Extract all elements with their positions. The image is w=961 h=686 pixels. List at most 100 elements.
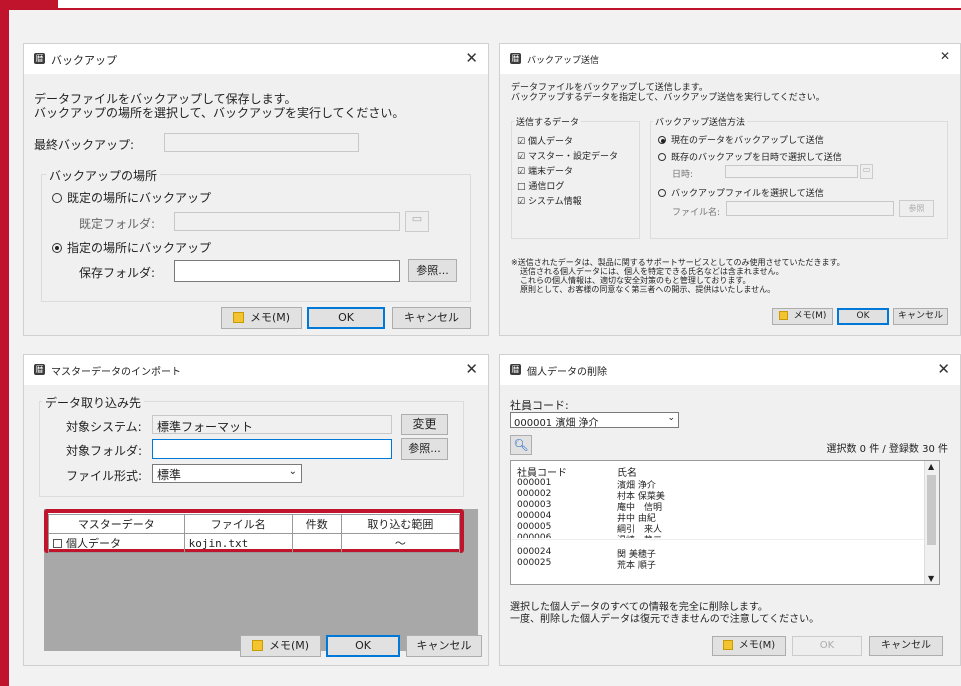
title-bar: 暦 個人データの削除 ✕ <box>500 355 960 385</box>
memo-button[interactable]: メモ(M) <box>240 635 321 657</box>
save-folder-input[interactable] <box>174 260 400 282</box>
memo-button[interactable]: メモ(M) <box>772 308 833 325</box>
close-icon[interactable]: ✕ <box>465 49 478 67</box>
save-folder-label: 保存フォルダ: <box>79 266 156 280</box>
browse-button[interactable]: 参照... <box>401 438 448 460</box>
cancel-button[interactable]: キャンセル <box>869 636 943 656</box>
radio-custom-label: 指定の場所にバックアップ <box>67 241 212 255</box>
chevron-down-icon: ⌄ <box>667 413 675 423</box>
highlight-box: マスターデータ ファイル名 件数 取り込む範囲 個人データ kojin.txt … <box>44 509 464 553</box>
checkbox-log[interactable]: □ 通信ログ <box>517 179 564 192</box>
datetime-select <box>725 165 858 178</box>
app-icon: 暦 <box>34 53 45 64</box>
check-icon: ☑ <box>517 152 526 162</box>
title-bar: 暦 マスターデータのインポート ✕ <box>24 355 488 385</box>
employee-value: 000001 濱畑 浄介 <box>514 418 599 429</box>
radio-custom-location[interactable]: 指定の場所にバックアップ <box>52 239 211 256</box>
format-select[interactable]: 標準 ⌄ <box>152 464 302 483</box>
scroll-thumb[interactable] <box>927 475 936 545</box>
memo-button[interactable]: メモ(M) <box>712 636 786 656</box>
radio-default-location[interactable]: 既定の場所にバックアップ <box>52 189 211 206</box>
description-line-2: バックアップするデータを指定して、バックアップ送信を実行してください。 <box>511 93 825 103</box>
checkbox-master[interactable]: ☑ マスター・設定データ <box>517 149 618 162</box>
employee-code-label: 社員コード: <box>510 399 569 412</box>
list-item-code: 000003 <box>517 500 552 510</box>
col-header-name: 氏名 <box>617 468 637 479</box>
data-group-label: 送信するデータ <box>514 115 582 128</box>
memo-icon <box>232 312 244 323</box>
radio-backup-file[interactable]: バックアップファイルを選択して送信 <box>658 186 824 199</box>
close-icon[interactable]: ✕ <box>940 49 950 63</box>
browse-button[interactable]: 参照... <box>408 259 457 282</box>
list-item-code: 000024 <box>517 547 552 557</box>
cancel-button[interactable]: キャンセル <box>392 307 471 329</box>
cancel-button[interactable]: キャンセル <box>893 308 948 325</box>
check-icon: ☑ <box>517 197 526 207</box>
list-item-code: 000002 <box>517 489 552 499</box>
radio-selected-icon <box>52 243 62 253</box>
default-folder-field <box>174 212 400 231</box>
dialog-title: 個人データの削除 <box>527 367 607 378</box>
radio-label: バックアップファイルを選択して送信 <box>671 189 824 199</box>
group-label: データ取り込み先 <box>42 394 145 411</box>
change-button[interactable]: 変更 <box>401 414 448 435</box>
file-name-field <box>726 201 894 216</box>
ok-button[interactable]: OK <box>307 307 385 329</box>
cell-range[interactable]: 〜 <box>340 533 461 553</box>
radio-icon <box>658 153 666 161</box>
system-label: 対象システム: <box>66 420 142 434</box>
checkbox-label: システム情報 <box>527 197 582 207</box>
memo-label: メモ(M) <box>268 639 310 652</box>
checkbox-label: 通信ログ <box>528 182 565 192</box>
system-field: 標準フォーマット <box>152 415 392 434</box>
last-backup-label: 最終バックアップ: <box>34 138 135 152</box>
radio-label: 現在のデータをバックアップして送信 <box>671 136 824 146</box>
ok-button[interactable]: OK <box>326 635 400 657</box>
radio-existing-backup[interactable]: 既存のバックアップを日時で選択して送信 <box>658 150 842 163</box>
app-icon: 暦 <box>510 364 521 375</box>
checkbox-label: 端末データ <box>527 167 573 177</box>
scroll-up-icon[interactable]: ▲ <box>928 462 934 471</box>
cell-master[interactable]: 個人データ <box>48 533 185 553</box>
radio-default-label: 既定の場所にバックアップ <box>67 191 212 205</box>
radio-label: 既存のバックアップを日時で選択して送信 <box>671 153 842 163</box>
checkbox-personal[interactable]: ☑ 個人データ <box>517 134 573 147</box>
checkbox-terminal[interactable]: ☑ 端末データ <box>517 164 573 177</box>
employee-select[interactable]: 000001 濱畑 浄介 ⌄ <box>510 412 679 429</box>
radio-selected-icon <box>658 136 666 144</box>
folder-input[interactable] <box>152 439 392 459</box>
memo-button[interactable]: メモ(M) <box>221 307 302 329</box>
close-icon[interactable]: ✕ <box>465 360 478 378</box>
checkbox-label: マスター・設定データ <box>527 152 618 162</box>
table-header: マスターデータ ファイル名 件数 取り込む範囲 <box>48 514 461 534</box>
chevron-down-icon: ⌄ <box>288 466 297 477</box>
count-text: 選択数 0 件 / 登録数 30 件 <box>826 444 948 455</box>
master-import-dialog: 暦 マスターデータのインポート ✕ データ取り込み先 対象システム: 標準フォー… <box>23 354 489 666</box>
dialog-title: マスターデータのインポート <box>51 367 181 378</box>
cell-count <box>291 533 342 553</box>
cancel-button[interactable]: キャンセル <box>406 635 482 657</box>
radio-icon <box>52 193 62 203</box>
cell-file: kojin.txt <box>183 533 293 553</box>
memo-label: メモ(M) <box>738 640 776 651</box>
close-icon[interactable]: ✕ <box>937 360 950 378</box>
calendar-icon: ▭ <box>860 164 873 179</box>
browse-button: 参照 <box>899 200 934 217</box>
delete-personal-data-dialog: 暦 個人データの削除 ✕ 社員コード: 000001 濱畑 浄介 ⌄ 🔍︎ 選択数… <box>499 354 961 666</box>
ok-button[interactable]: OK <box>837 308 889 325</box>
checkbox-system[interactable]: ☑ システム情報 <box>517 194 582 207</box>
list-item-code: 000025 <box>517 558 552 568</box>
employee-list[interactable]: 社員コード 氏名 000001 濱畑 浄介 000002 村本 保菜美 0000… <box>510 460 940 585</box>
checkbox-icon[interactable] <box>53 539 62 548</box>
memo-icon <box>722 640 733 650</box>
radio-current-data[interactable]: 現在のデータをバックアップして送信 <box>658 133 824 146</box>
method-group-label: バックアップ送信方法 <box>653 115 748 128</box>
memo-label: メモ(M) <box>249 311 291 324</box>
scrollbar[interactable]: ▲ ▼ <box>924 461 939 584</box>
search-icon[interactable]: 🔍︎ <box>510 435 532 455</box>
memo-label: メモ(M) <box>793 311 827 321</box>
col-file: ファイル名 <box>183 514 293 534</box>
scroll-down-icon[interactable]: ▼ <box>928 574 934 583</box>
table-row[interactable]: 個人データ kojin.txt 〜 <box>48 533 461 553</box>
list-item-code: 000004 <box>517 511 552 521</box>
